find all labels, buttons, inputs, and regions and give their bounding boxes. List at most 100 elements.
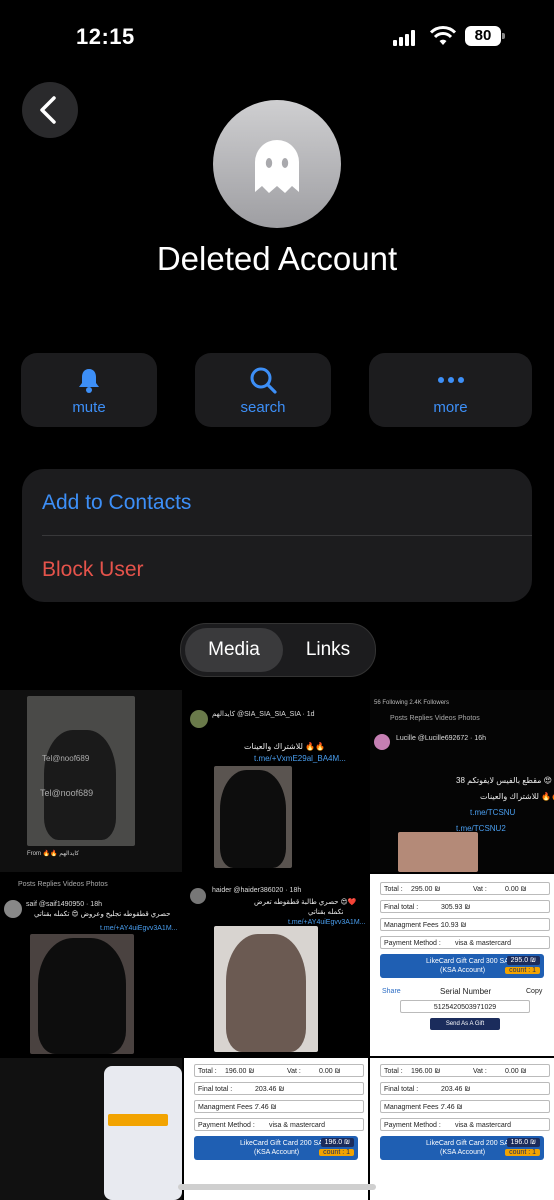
gift-card-banner: LikeCard Gift Card 300 SAR (KSA Account)…: [380, 954, 544, 978]
label: Managment Fees :: [384, 1104, 443, 1111]
post-handle: haider @haider386020 · 18h: [212, 887, 302, 894]
magnifier-icon: [250, 367, 277, 394]
media-thumbnail[interactable]: Posts Replies Videos Photos saif @saif14…: [0, 874, 182, 1056]
battery-indicator: 80: [465, 26, 505, 46]
avatar: [190, 888, 206, 904]
receipt-screenshot[interactable]: Total : 196.00 ₪ Vat : 0.00 ₪ Final tota…: [370, 1058, 554, 1200]
post-text: تكمله بقناتي: [308, 909, 344, 916]
card-count: count : 1: [319, 1149, 354, 1156]
payment-value: visa & mastercard: [269, 1122, 326, 1129]
profile-tabs: Posts Replies Videos Photos: [18, 881, 108, 888]
card-sub: (KSA Account): [440, 967, 486, 974]
media-thumbnail[interactable]: 56 Following 2.4K Followers Posts Replie…: [370, 690, 554, 872]
media-grid: Tel@noof689 Tel@noof689 From 🔥🔥 كايدالهم…: [0, 690, 554, 1200]
total-value: 196.00 ₪: [411, 1068, 441, 1075]
card-sub: (KSA Account): [254, 1149, 300, 1156]
wifi-icon: [430, 26, 456, 45]
back-button[interactable]: [22, 82, 78, 138]
receipt-screenshot[interactable]: Total : 295.00 ₪ Vat : 0.00 ₪ Final tota…: [370, 874, 554, 1056]
copy-label[interactable]: Copy: [526, 988, 542, 995]
post-text: حصري قطقوطه تجليخ وعروض 😍 تكمله بقناتي: [34, 911, 171, 918]
media-thumbnail[interactable]: Tel@noof689 Tel@noof689 From 🔥🔥 كايدالهم: [0, 690, 182, 872]
vat-value: 0.00 ₪: [319, 1068, 341, 1075]
post-link: t.me/+VxmE29al_BA4M...: [254, 754, 346, 763]
share-label[interactable]: Share: [382, 988, 401, 995]
ellipsis-icon: [437, 377, 464, 383]
avatar: [374, 734, 390, 750]
receipt-row: Final total : 203.46 ₪: [194, 1082, 364, 1095]
home-indicator[interactable]: [178, 1184, 376, 1190]
receipt-row: Final total : 203.46 ₪: [380, 1082, 550, 1095]
send-gift-button[interactable]: Send As A Gift: [430, 1018, 500, 1030]
card-name: LikeCard Gift Card 200 SAR: [426, 1140, 514, 1147]
post-handle: saif @saif1490950 · 18h: [26, 901, 102, 908]
avatar: [213, 100, 341, 228]
final-value: 203.46 ₪: [255, 1086, 285, 1093]
post-text: للاشتراك والعينات 🔥🔥: [244, 742, 326, 751]
chevron-left-icon: [40, 96, 56, 124]
label: Final total :: [384, 1086, 419, 1093]
block-user-button[interactable]: Block User: [42, 558, 144, 582]
total-value: 196.00 ₪: [225, 1068, 255, 1075]
label: Vat :: [473, 1068, 487, 1075]
tab-media[interactable]: Media: [185, 628, 283, 672]
receipt-row: Total : 196.00 ₪ Vat : 0.00 ₪: [194, 1064, 364, 1077]
post-link: t.me/+AY4uiEgvv3A1M...: [100, 925, 178, 932]
card-count: count : 1: [505, 967, 540, 974]
gift-card-banner: LikeCard Gift Card 200 SAR (KSA Account)…: [194, 1136, 358, 1160]
watermark-text: Tel@noof689: [42, 754, 90, 763]
post-text: 38 مقطع بالفيس لايفوتكم 😍: [456, 776, 552, 785]
divider: [42, 535, 532, 536]
receipt-row: Total : 196.00 ₪ Vat : 0.00 ₪: [380, 1064, 550, 1077]
card-name: LikeCard Gift Card 200 SAR: [240, 1140, 328, 1147]
mute-button[interactable]: mute: [21, 353, 157, 427]
vat-value: 0.00 ₪: [505, 1068, 527, 1075]
profile-tabs: Posts Replies Videos Photos: [390, 715, 480, 722]
label: Total :: [384, 1068, 403, 1075]
media-thumbnail[interactable]: haider @haider386020 · 18h حصري طالبة قط…: [184, 874, 368, 1056]
photo-subject: [220, 770, 286, 868]
search-label: search: [240, 399, 286, 416]
media-thumbnail[interactable]: كايدالهم @SIA_SIA_SIA_SIA · 1d للاشتراك …: [184, 690, 368, 872]
receipt-row: Final total : 305.93 ₪: [380, 900, 550, 913]
final-value: 305.93 ₪: [441, 904, 471, 911]
receipt-screenshot[interactable]: Total : 196.00 ₪ Vat : 0.00 ₪ Final tota…: [184, 1058, 368, 1200]
media-thumbnail[interactable]: [0, 1058, 182, 1200]
ghost-icon: [255, 140, 299, 193]
label: Payment Method :: [384, 940, 441, 947]
profile-stats: 56 Following 2.4K Followers: [374, 700, 450, 706]
receipt-row: Managment Fees : 10.93 ₪: [380, 918, 550, 931]
post-link: t.me/TCSNU: [470, 808, 516, 817]
label: Total :: [198, 1068, 217, 1075]
label: Total :: [384, 886, 403, 893]
receipt-row: Managment Fees : 7.46 ₪: [380, 1100, 550, 1113]
card-amount: 295.0 ₪: [506, 956, 540, 965]
post-handle: Lucille @Lucille692672 · 16h: [396, 735, 486, 742]
bell-icon: [79, 369, 99, 393]
gift-card-banner: LikeCard Gift Card 200 SAR (KSA Account)…: [380, 1136, 544, 1160]
fees-value: 7.46 ₪: [441, 1104, 463, 1111]
serial-number: 5125420503971029: [400, 1000, 530, 1013]
payment-value: visa & mastercard: [455, 1122, 512, 1129]
card-count: count : 1: [505, 1149, 540, 1156]
add-to-contacts-button[interactable]: Add to Contacts: [42, 491, 191, 515]
receipt-row: Total : 295.00 ₪ Vat : 0.00 ₪: [380, 882, 550, 895]
post-text: حصري طالبة قطقوطه تعرض 😍❤️: [254, 899, 357, 906]
phone-screenshot: [104, 1066, 182, 1200]
tab-links[interactable]: Links: [285, 628, 371, 672]
label: Vat :: [473, 886, 487, 893]
search-button[interactable]: search: [195, 353, 331, 427]
cellular-signal-icon: [393, 30, 417, 46]
fees-value: 10.93 ₪: [441, 922, 467, 929]
contact-actions-card: Add to Contacts Block User: [22, 469, 532, 602]
card-name: LikeCard Gift Card 300 SAR: [426, 958, 514, 965]
more-button[interactable]: more: [369, 353, 532, 427]
label: Payment Method :: [384, 1122, 441, 1129]
card-amount: 196.0 ₪: [506, 1138, 540, 1147]
receipt-row: Payment Method : visa & mastercard: [380, 936, 550, 949]
label: Managment Fees :: [384, 922, 443, 929]
banner: [108, 1114, 168, 1126]
vat-value: 0.00 ₪: [505, 886, 527, 893]
payment-value: visa & mastercard: [455, 940, 512, 947]
fees-value: 7.46 ₪: [255, 1104, 277, 1111]
